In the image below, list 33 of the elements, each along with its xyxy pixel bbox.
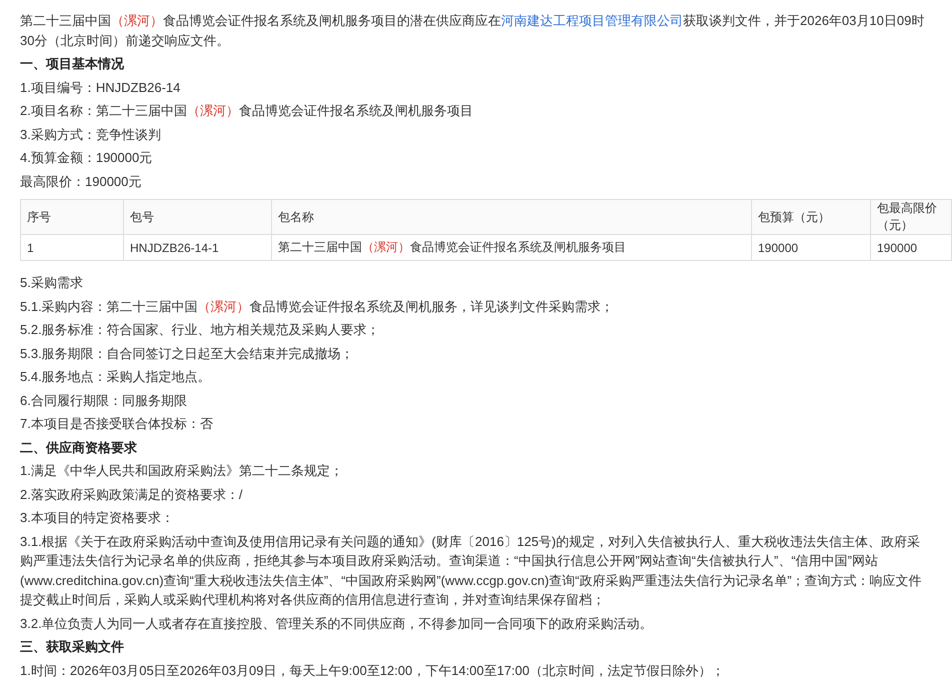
paragraph-text: 3.本项目的特定资格要求：	[20, 509, 175, 527]
paragraph-text: 1.时间：2026年03月05日至2026年03月09日，每天上午9:00至12:00，下午14:00至17:00（北京时间，法定节假日除外）；	[20, 662, 726, 677]
paragraph-text: 3.采购方式：竞争性谈判	[20, 126, 162, 144]
paragraph-text: 3.1.根据《关于在政府采购活动中查询及使用信用记录有关问题的通知》(财库〔2016〕125号)的规定，对列入失信被执行人、重大税收违法失信主体、政府采购严重违法失信行为记录名单的供应商，拒绝其参与本项目政府采购活动。查询渠道：“中国执行信息公开网”网站查询“失信被执行人”、“信用中国”网站(www.creditchina.gov.cn)查询“重大税收违法失信主体”、“中国政府采购网”(www.ccgp.gov.cn)查询“政府采购严重违法失信行为记录名单”；查询方式：响应文件提交截止时间后，采购人或采购代理机构将对各供应商的信用信息进行查询，并对查询结果保存留档；	[20, 532, 923, 609]
section-heading: 一、项目基本情况	[20, 55, 125, 73]
table-cell: 190000	[752, 234, 870, 260]
paragraph-text: 5.1.采购内容：第二十三届中国（漯河）食品博览会证件报名系统及闸机服务，详见谈判文件采购需求；	[20, 298, 615, 316]
company-link[interactable]: 河南建达工程项目管理有限公司	[501, 13, 683, 28]
table-cell: 第二十三届中国（漯河）食品博览会证件报名系统及闸机服务项目	[272, 234, 752, 260]
paragraph-text: 第二十三届中国（漯河）食品博览会证件报名系统及闸机服务项目的潜在供应商应在河南建达工程项目管理有限公司获取谈判文件，并于2026年03月10日09时30分（北京时间）前递交响应文件。	[20, 12, 926, 50]
paragraph-text: 6.合同履行期限：同服务期限	[20, 392, 188, 410]
paragraph-text: 1.满足《中华人民共和国政府采购法》第二十二条规定；	[20, 462, 344, 480]
paragraph-text: 5.4.服务地点：采购人指定地点。	[20, 368, 212, 386]
paragraph-text: 5.3.服务期限：自合同签订之日起至大会结束并完成撤场；	[20, 344, 355, 362]
paragraph-text: 7.本项目是否接受联合体投标：否	[20, 415, 214, 433]
paragraph-text: 最高限价：190000元	[20, 172, 142, 190]
column-header: 序号	[20, 200, 124, 234]
section-heading: 三、获取采购文件	[20, 638, 125, 656]
table-cell: 190000	[870, 234, 952, 260]
column-header: 包名称	[272, 200, 752, 234]
table-cell: HNJDZB26-14-1	[124, 234, 272, 260]
column-header: 包预算（元）	[752, 200, 870, 234]
paragraph-text: 2.项目名称：第二十三届中国（漯河）食品博览会证件报名系统及闸机服务项目	[20, 102, 474, 120]
paragraph-text: 4.预算金额：190000元	[20, 149, 154, 167]
column-header: 包号	[124, 200, 272, 234]
paragraph-text: 5.采购需求	[20, 274, 84, 292]
section-heading: 二、供应商资格要求	[20, 438, 138, 456]
paragraph-text: 2.落实政府采购政策满足的资格要求：/	[20, 486, 244, 504]
table-cell: 1	[20, 234, 124, 260]
column-header: 包最高限价（元）	[870, 200, 952, 234]
paragraph-text: 3.2.单位负责人为同一人或者存在直接控股、管理关系的不同供应商，不得参加同一合同项下的政府采购活动。	[20, 614, 654, 632]
paragraph-text: 5.2.服务标准：符合国家、行业、地方相关规范及采购人要求；	[20, 321, 381, 339]
paragraph-text: 1.项目编号：HNJDZB26-14	[20, 78, 182, 96]
